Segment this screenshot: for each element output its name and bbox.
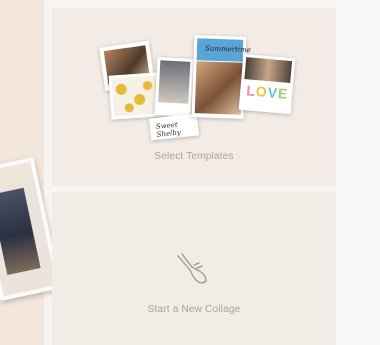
hand-pointer-icon <box>177 253 207 284</box>
side-photo-tab <box>0 157 35 192</box>
template-card-portrait <box>154 57 194 117</box>
template-card-love: LOVE <box>238 53 296 115</box>
love-letter: E <box>277 85 290 102</box>
select-templates-tile[interactable]: Sweet Shelby Summertime LOVE Select Temp… <box>52 8 336 186</box>
template-love-text: LOVE <box>246 82 289 102</box>
template-card-floral <box>108 72 162 120</box>
template-card-script: Sweet Shelby <box>148 113 200 141</box>
side-photo-image <box>0 187 41 276</box>
left-side-panel <box>0 0 62 345</box>
template-banner: Summertime <box>196 38 251 62</box>
template-script-text: Sweet Shelby <box>155 120 182 139</box>
right-margin <box>336 0 380 345</box>
start-new-collage-label: Start a New Collage <box>147 304 241 315</box>
template-banner-text: Summertime <box>204 44 252 55</box>
select-templates-label: Select Templates <box>154 151 234 162</box>
start-new-collage-tile[interactable]: Start a New Collage <box>52 192 336 345</box>
